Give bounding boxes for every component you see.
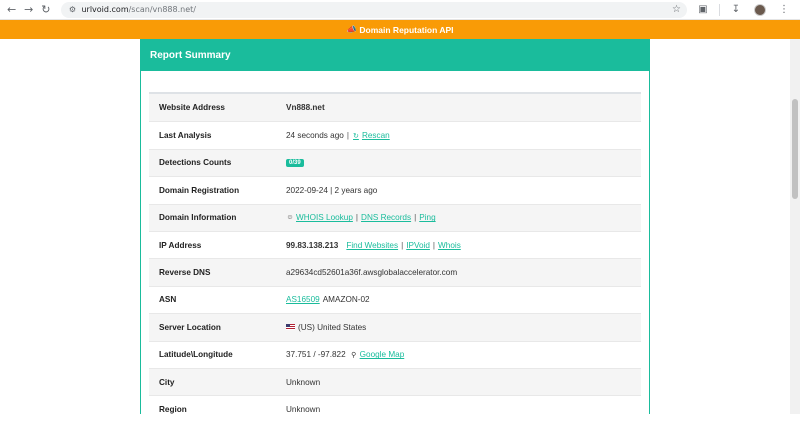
- separator: |: [401, 240, 404, 250]
- table-row: Server Location (US) United States: [149, 313, 641, 341]
- url-host: urlvoid.com: [81, 5, 129, 14]
- google-map-link[interactable]: Google Map: [360, 350, 405, 359]
- row-label: Latitude\Longitude: [159, 350, 233, 360]
- row-label: Last Analysis: [159, 131, 212, 141]
- back-icon[interactable]: ←: [4, 2, 19, 18]
- reload-icon[interactable]: ↻: [38, 2, 53, 18]
- avatar: [754, 3, 766, 16]
- asn-org: AMAZON-02: [322, 295, 370, 305]
- report-table: Website Address Vn888.net Last Analysis …: [149, 92, 641, 423]
- rescan-link[interactable]: Rescan: [362, 131, 390, 140]
- registration-value: 2022-09-24 | 2 years ago: [286, 185, 378, 195]
- table-row: Last Analysis 24 seconds ago | ↻ Rescan: [149, 121, 641, 148]
- table-row: Website Address Vn888.net: [149, 94, 641, 122]
- row-label: Domain Registration: [159, 185, 240, 195]
- table-row: Latitude\Longitude 37.751 / -97.822 ⚲ Go…: [149, 340, 641, 368]
- website-address-value: Vn888.net: [286, 103, 325, 113]
- row-label: Website Address: [159, 103, 225, 113]
- detections-badge: 0/39: [286, 158, 304, 167]
- scrollbar-thumb[interactable]: [792, 99, 798, 199]
- separator: |: [346, 131, 349, 141]
- city-value: Unknown: [286, 377, 321, 387]
- row-label: Detections Counts: [159, 158, 232, 168]
- last-analysis-time: 24 seconds ago: [286, 131, 344, 141]
- ip-address-value: 99.83.138.213: [286, 240, 339, 250]
- us-flag-icon: [286, 324, 295, 331]
- reverse-dns-value: a29634cd52601a36f.awsglobalaccelerator.c…: [286, 268, 458, 278]
- address-bar[interactable]: ⚙ urlvoid.com/scan/vn888.net/ ☆: [61, 1, 687, 18]
- ipvoid-link[interactable]: IPVoid: [406, 241, 430, 250]
- table-row: Domain Registration 2022-09-24 | 2 years…: [149, 176, 641, 203]
- separator: |: [414, 213, 417, 223]
- table-row: City Unknown: [149, 367, 641, 396]
- table-row: Domain Information ☺ WHOIS Lookup | DNS …: [149, 203, 641, 231]
- table-row: Region Unknown: [149, 395, 641, 422]
- lat-long-value: 37.751 / -97.822: [286, 350, 346, 360]
- report-summary-card: Report Summary Website Address Vn888.net…: [140, 39, 650, 414]
- user-secret-icon: ☺: [286, 214, 294, 222]
- card-title: Report Summary: [141, 40, 649, 71]
- whois-link[interactable]: Whois: [438, 241, 461, 250]
- url-path: /scan/vn888.net/: [128, 5, 196, 14]
- site-info-icon[interactable]: ⚙: [67, 5, 77, 15]
- download-icon[interactable]: ↧: [728, 2, 744, 18]
- separator: |: [355, 213, 359, 223]
- row-label: Region: [159, 404, 187, 414]
- row-label: Reverse DNS: [159, 268, 211, 278]
- toolbar-divider: [719, 3, 720, 16]
- table-row: Detections Counts 0/39: [149, 148, 641, 177]
- whois-lookup-link[interactable]: WHOIS Lookup: [296, 213, 353, 222]
- table-row: ASN AS16509 AMAZON-02: [149, 285, 641, 313]
- bullhorn-icon: 📣: [346, 25, 357, 34]
- row-label: City: [159, 377, 175, 387]
- map-marker-icon: ⚲: [351, 351, 357, 359]
- ping-link[interactable]: Ping: [419, 213, 435, 222]
- extensions-icon[interactable]: ▣: [695, 2, 711, 18]
- browser-toolbar: ← → ↻ ⚙ urlvoid.com/scan/vn888.net/ ☆ ▣ …: [0, 0, 800, 20]
- separator: |: [432, 240, 436, 250]
- table-row: Reverse DNS a29634cd52601a36f.awsglobala…: [149, 258, 641, 286]
- page-scrollbar[interactable]: [790, 39, 800, 414]
- row-label: ASN: [159, 295, 177, 305]
- server-location-value: (US) United States: [298, 322, 367, 332]
- region-value: Unknown: [286, 404, 321, 414]
- star-icon[interactable]: ☆: [672, 4, 681, 15]
- dns-records-link[interactable]: DNS Records: [361, 213, 411, 222]
- find-websites-link[interactable]: Find Websites: [346, 241, 398, 250]
- menu-icon[interactable]: ⋮: [776, 2, 792, 18]
- profile-avatar[interactable]: [752, 2, 768, 18]
- refresh-icon[interactable]: ↻: [352, 132, 360, 140]
- domain-reputation-api-banner[interactable]: 📣 Domain Reputation API: [0, 20, 800, 39]
- asn-link[interactable]: AS16509: [286, 295, 320, 304]
- row-label: IP Address: [159, 240, 202, 250]
- row-label: Domain Information: [159, 213, 237, 223]
- banner-text: Domain Reputation API: [359, 24, 454, 35]
- table-row: IP Address 99.83.138.213 Find Websites |…: [149, 230, 641, 258]
- forward-icon[interactable]: →: [21, 2, 36, 18]
- row-label: Server Location: [159, 322, 221, 332]
